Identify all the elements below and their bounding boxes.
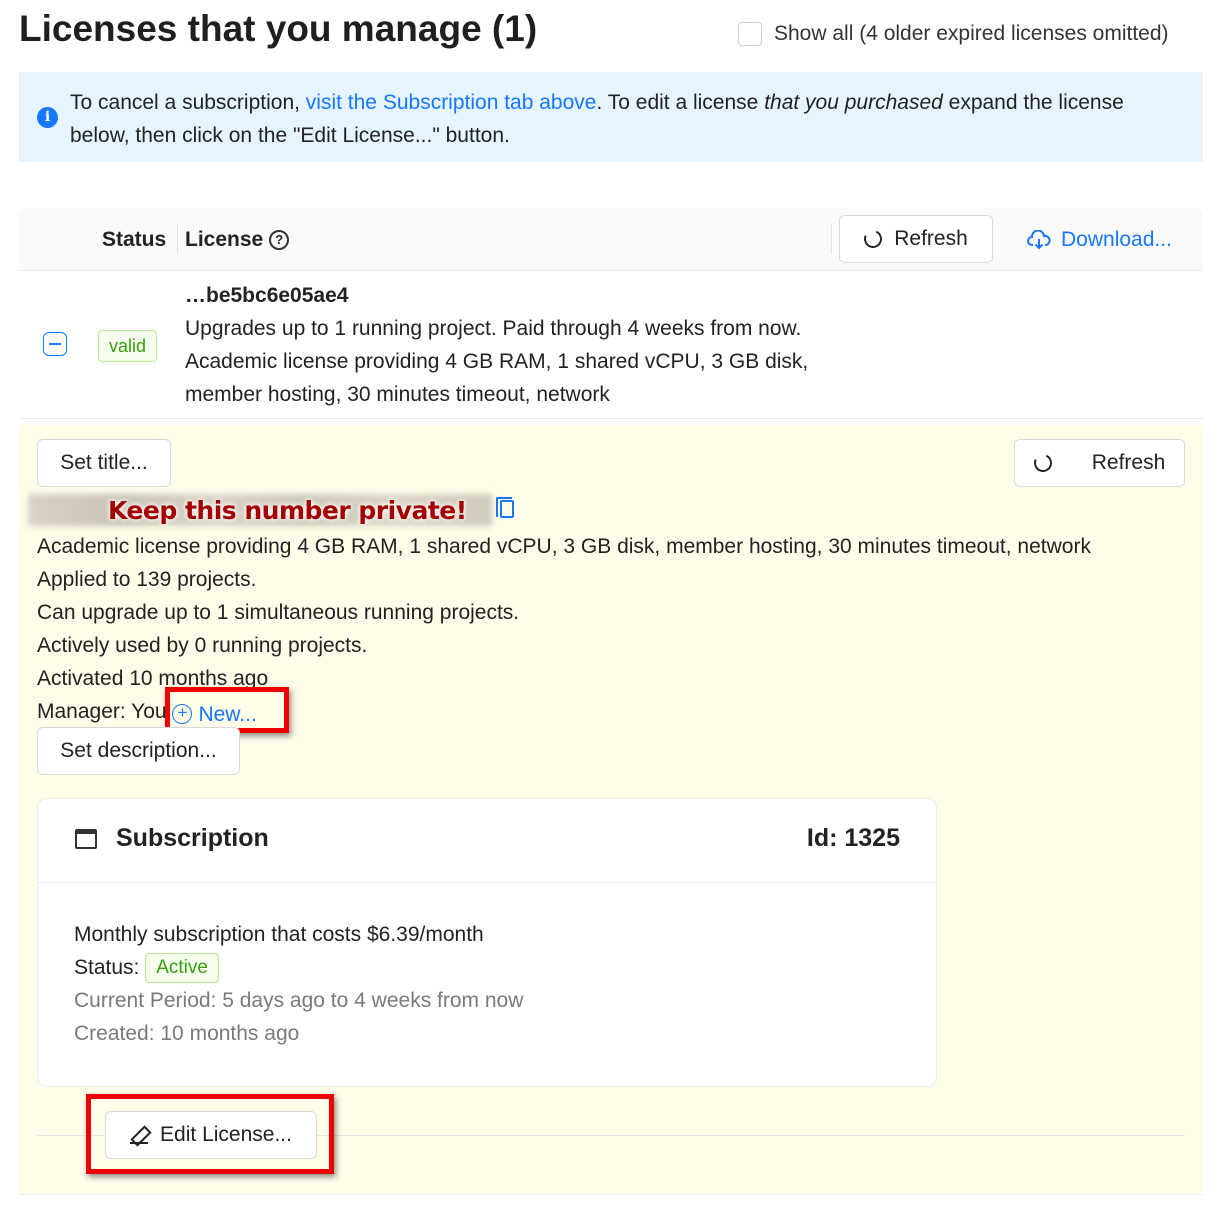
collapse-row-button[interactable] <box>43 332 67 356</box>
subscription-id: Id: 1325 <box>806 824 900 852</box>
show-all-label: Show all (4 older expired licenses omitt… <box>774 22 1169 45</box>
license-summary: Upgrades up to 1 running project. Paid t… <box>185 312 845 411</box>
alert-text-before: To cancel a subscription, <box>70 91 306 114</box>
highlight-box-edit <box>86 1094 334 1174</box>
alert-message: To cancel a subscription, visit the Subs… <box>70 86 1180 152</box>
created-date: Created: 10 months ago <box>74 1022 300 1045</box>
show-all-checkbox[interactable] <box>738 22 762 46</box>
manager-label: Manager: You <box>37 700 167 723</box>
license-paid-through: Upgrades up to 1 running project. Paid t… <box>185 317 802 340</box>
set-description-button[interactable]: Set description... <box>37 727 240 775</box>
show-all-toggle[interactable]: Show all (4 older expired licenses omitt… <box>738 22 1169 46</box>
set-title-button[interactable]: Set title... <box>37 439 171 487</box>
refresh-icon <box>861 227 885 251</box>
row-divider <box>19 418 1203 419</box>
card-header-divider <box>38 882 936 883</box>
alert-emphasis: that you purchased <box>764 91 943 114</box>
refresh-label: Refresh <box>1091 451 1166 474</box>
subscription-title: Subscription <box>116 824 269 852</box>
alert-text-middle: . To edit a license <box>596 91 765 114</box>
applied-projects: Applied to 139 projects. <box>37 568 257 591</box>
license-column-label: License <box>185 228 264 251</box>
download-button[interactable]: Download... <box>1027 228 1172 252</box>
calendar-icon <box>75 829 97 849</box>
active-badge: Active <box>145 953 219 984</box>
refresh-icon <box>1031 451 1055 475</box>
column-separator <box>177 224 178 254</box>
subscription-tab-link[interactable]: visit the Subscription tab above <box>306 91 597 114</box>
subscription-status: Status: Active <box>74 951 523 984</box>
page-title: Licenses that you manage (1) <box>19 8 538 49</box>
cloud-download-icon <box>1027 230 1051 250</box>
license-full-description: Academic license providing 4 GB RAM, 1 s… <box>37 535 1091 558</box>
refresh-label: Refresh <box>894 227 968 250</box>
upgrade-limit: Can upgrade up to 1 simultaneous running… <box>37 601 520 624</box>
private-warning: Keep this number private! <box>108 496 467 525</box>
status-badge: valid <box>98 330 158 362</box>
info-icon: i <box>37 107 58 128</box>
panel-bottom-border <box>19 1194 1203 1195</box>
license-key: …be5bc6e05ae4 <box>185 284 349 307</box>
subscription-details: Monthly subscription that costs $6.39/mo… <box>74 918 523 1050</box>
active-usage: Actively used by 0 running projects. <box>37 634 368 657</box>
column-separator <box>831 224 832 254</box>
status-label: Status: <box>74 956 140 979</box>
download-label: Download... <box>1061 228 1172 251</box>
license-column-header: License? <box>185 228 290 252</box>
subscription-cost: Monthly subscription that costs $6.39/mo… <box>74 923 484 946</box>
license-description: Academic license providing 4 GB RAM, 1 s… <box>185 350 809 406</box>
current-period: Current Period: 5 days ago to 4 weeks fr… <box>74 989 524 1012</box>
refresh-button[interactable]: Refresh <box>839 215 993 263</box>
refresh-license-button[interactable]: Refresh <box>1014 439 1185 487</box>
status-column-header[interactable]: Status <box>102 228 166 252</box>
help-icon[interactable]: ? <box>269 230 290 250</box>
copy-icon[interactable] <box>496 497 514 518</box>
